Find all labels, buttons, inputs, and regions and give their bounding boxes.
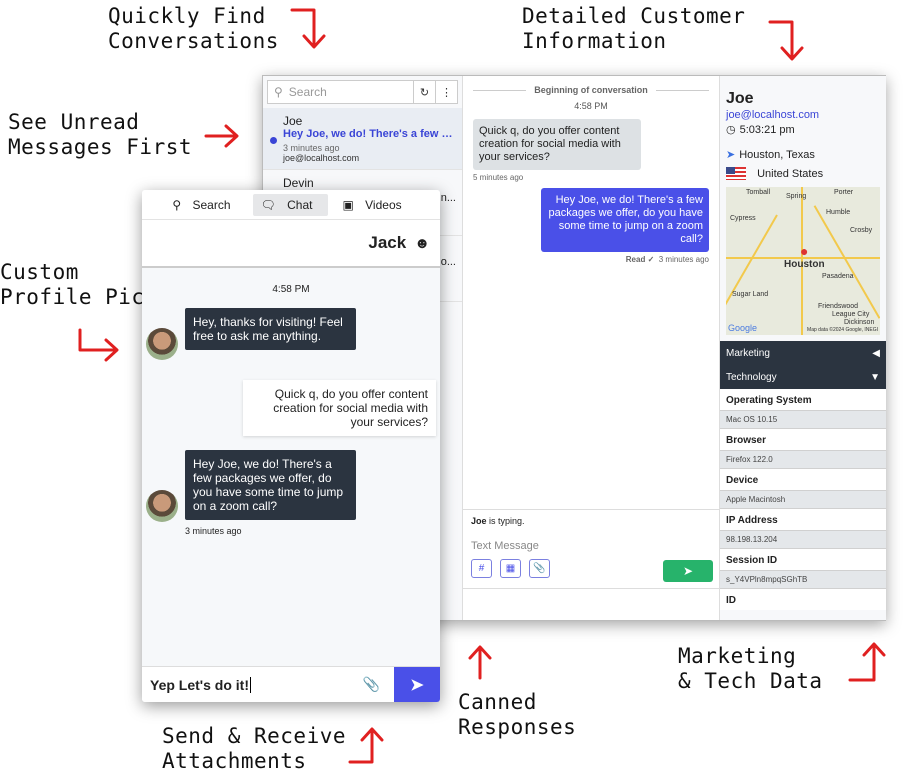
message-outgoing: Quick q, do you offer content creation f… [243, 380, 436, 436]
caret-left-icon: ◀ [872, 347, 880, 359]
search-icon: ⚲ [274, 85, 283, 99]
customer-location: Houston, Texas [739, 148, 815, 161]
beginning-divider: Beginning of conversation [463, 76, 719, 95]
canned-responses-icon[interactable]: ▦ [500, 559, 521, 578]
message-time: 4:58 PM [272, 284, 310, 295]
tab-search[interactable]: ⚲ Search [164, 194, 246, 216]
customer-info-panel: Joe joe@localhost.com ◷ 5:03:21 pm ➤ Houst… [719, 76, 886, 620]
map-city: Houston [784, 259, 825, 270]
hashtag-icon[interactable]: # [471, 559, 492, 578]
arrow-profile [78, 328, 119, 362]
location-map[interactable]: Tomball Spring Porter Humble Cypress Cro… [726, 187, 880, 335]
message-input[interactable]: Text Message [471, 540, 711, 552]
typing-name: Joe [471, 516, 487, 526]
tech-details: Operating System Mac OS 10.15 Browser Fire… [720, 389, 886, 610]
arrow-detail [768, 20, 804, 61]
caret-down-icon: ▼ [870, 371, 880, 383]
clock-icon: ◷ [726, 124, 736, 136]
send-button[interactable]: ➤ [394, 666, 440, 702]
agent-icon: ☻ [414, 234, 430, 252]
attachment-icon[interactable]: 📎 [363, 676, 380, 693]
send-icon: ➤ [682, 564, 694, 578]
conversation-time: 3 minutes ago [283, 143, 340, 153]
agent-name: Jack [368, 233, 407, 252]
avatar [146, 490, 178, 522]
message-meta: 3 minutes ago [658, 255, 709, 264]
arrow-marketing [848, 642, 886, 682]
message-meta: 3 minutes ago [185, 526, 242, 536]
us-flag-icon [726, 167, 746, 180]
google-logo: Google [728, 323, 758, 333]
chat-widget: ⚲ Search 🗨 Chat ▣ Videos Jack ☻ 4:58 PM H… [142, 190, 440, 702]
message-incoming: Quick q, do you offer content creation f… [473, 119, 641, 170]
conversation-pane: Beginning of conversation 4:58 PM Quick … [463, 76, 719, 620]
conversation-preview: o... [440, 256, 456, 268]
search-input[interactable]: ⚲ Search ↻ ⋮ [267, 80, 458, 104]
customer-country: United States [757, 167, 824, 180]
conversation-item[interactable]: Joe Hey Joe, we do! There's a few packag… [263, 108, 462, 170]
message-time: 4:58 PM [574, 101, 608, 111]
message-outgoing: Hey Joe, we do! There's a few packages w… [541, 188, 709, 252]
conversation-name: Devin [283, 176, 314, 190]
location-icon: ➤ [726, 149, 736, 161]
section-marketing[interactable]: Marketing ◀ [720, 341, 886, 365]
conversation-preview: n... [440, 192, 456, 204]
read-receipt: Read ✓ [625, 255, 655, 264]
send-button[interactable]: ➤ [663, 560, 713, 582]
message-incoming: Hey, thanks for visiting! Feel free to a… [185, 308, 356, 350]
tab-videos[interactable]: ▣ Videos [334, 194, 417, 216]
arrow-find [290, 8, 326, 49]
typing-indicator: is typing. [486, 516, 525, 526]
customer-name: Joe [726, 90, 754, 107]
customer-time: 5:03:21 pm [739, 123, 795, 136]
arrow-unread [204, 124, 239, 148]
message-incoming: Hey Joe, we do! There's a few packages w… [185, 450, 356, 520]
conversation-preview: Hey Joe, we do! There's a few packag... [283, 128, 454, 140]
arrow-attach [348, 727, 384, 764]
customer-email[interactable]: joe@localhost.com [720, 108, 886, 122]
conversation-name: Joe [283, 114, 303, 128]
avatar [146, 328, 178, 360]
map-pin-icon: ● [800, 243, 809, 259]
section-technology[interactable]: Technology ▼ [720, 365, 886, 389]
refresh-icon[interactable]: ↻ [413, 81, 435, 103]
kebab-icon[interactable]: ⋮ [435, 81, 457, 103]
map-attribution: Map data ©2024 Google, INEGI [807, 327, 878, 333]
widget-message-input[interactable]: Yep Let's do it! 📎 ➤ [142, 666, 440, 702]
attachment-icon[interactable]: 📎 [529, 559, 550, 578]
search-placeholder: Search [288, 85, 327, 99]
unread-dot [270, 137, 277, 144]
conversation-email: joe@localhost.com [283, 153, 360, 163]
arrow-canned [468, 645, 492, 680]
message-meta: 5 minutes ago [473, 173, 524, 182]
tab-chat[interactable]: 🗨 Chat [252, 193, 329, 216]
compose-area: Joe is typing. Text Message # ▦ 📎 ➤ [463, 509, 719, 589]
input-value: Yep Let's do it! [150, 676, 250, 693]
